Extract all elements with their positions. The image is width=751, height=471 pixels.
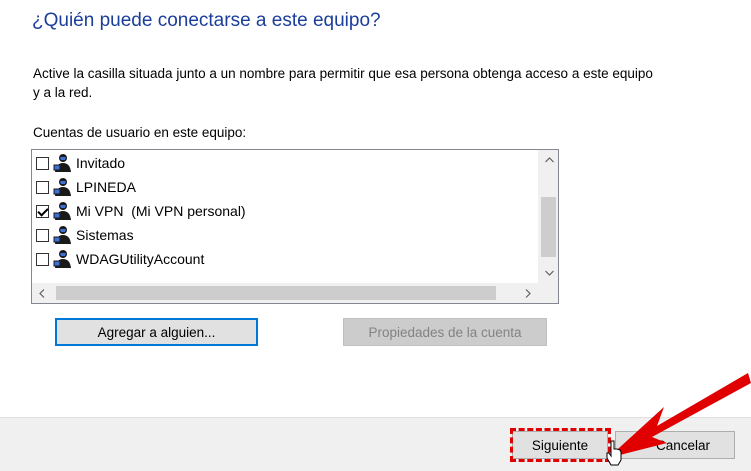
accounts-list-items: Invitado LPINEDA Mi VPN (Mi VPN personal…: [32, 150, 538, 283]
account-name: LPINEDA: [76, 179, 136, 195]
user-account-icon: [53, 250, 71, 268]
page-title: ¿Quién puede conectarse a este equipo?: [32, 10, 381, 31]
list-item-invitado[interactable]: Invitado: [36, 152, 125, 174]
horizontal-scroll-thumb[interactable]: [56, 286, 496, 300]
user-account-icon: [53, 226, 71, 244]
account-name: Sistemas: [76, 227, 134, 243]
account-checkbox[interactable]: [36, 180, 49, 194]
vertical-scrollbar[interactable]: [538, 150, 558, 283]
account-checkbox[interactable]: [36, 228, 49, 242]
add-someone-button[interactable]: Agregar a alguien...: [55, 318, 258, 346]
vertical-scroll-thumb[interactable]: [541, 197, 556, 257]
account-name: Invitado: [76, 155, 126, 171]
page-description: Active la casilla situada junto a un nom…: [33, 66, 653, 100]
account-checkbox[interactable]: [36, 252, 49, 266]
list-item-sistemas[interactable]: Sistemas: [36, 224, 134, 246]
list-item-wdagutilityaccount[interactable]: WDAGUtilityAccount: [36, 248, 204, 270]
account-properties-button[interactable]: Propiedades de la cuenta: [343, 318, 547, 346]
accounts-list-label: Cuentas de usuario en este equipo:: [33, 125, 247, 140]
chevron-left-icon[interactable]: [32, 283, 52, 303]
chevron-down-icon[interactable]: [539, 263, 558, 283]
chevron-up-icon[interactable]: [539, 150, 558, 170]
account-name: Mi VPN (Mi VPN personal): [76, 203, 246, 219]
account-name: WDAGUtilityAccount: [76, 251, 205, 267]
account-checkbox-checked[interactable]: [36, 204, 49, 218]
next-button[interactable]: Siguiente: [512, 431, 608, 459]
user-account-icon: [53, 178, 71, 196]
horizontal-scrollbar[interactable]: [32, 283, 558, 303]
list-item-mi-vpn[interactable]: Mi VPN (Mi VPN personal): [36, 200, 246, 222]
list-item-lpineda[interactable]: LPINEDA: [36, 176, 136, 198]
mouse-cursor-icon: [606, 440, 622, 466]
user-account-icon: [53, 202, 71, 220]
chevron-right-icon[interactable]: [518, 283, 538, 303]
accounts-listbox[interactable]: Invitado LPINEDA Mi VPN (Mi VPN personal…: [31, 149, 559, 304]
account-checkbox[interactable]: [36, 156, 49, 170]
user-account-icon: [53, 154, 71, 172]
